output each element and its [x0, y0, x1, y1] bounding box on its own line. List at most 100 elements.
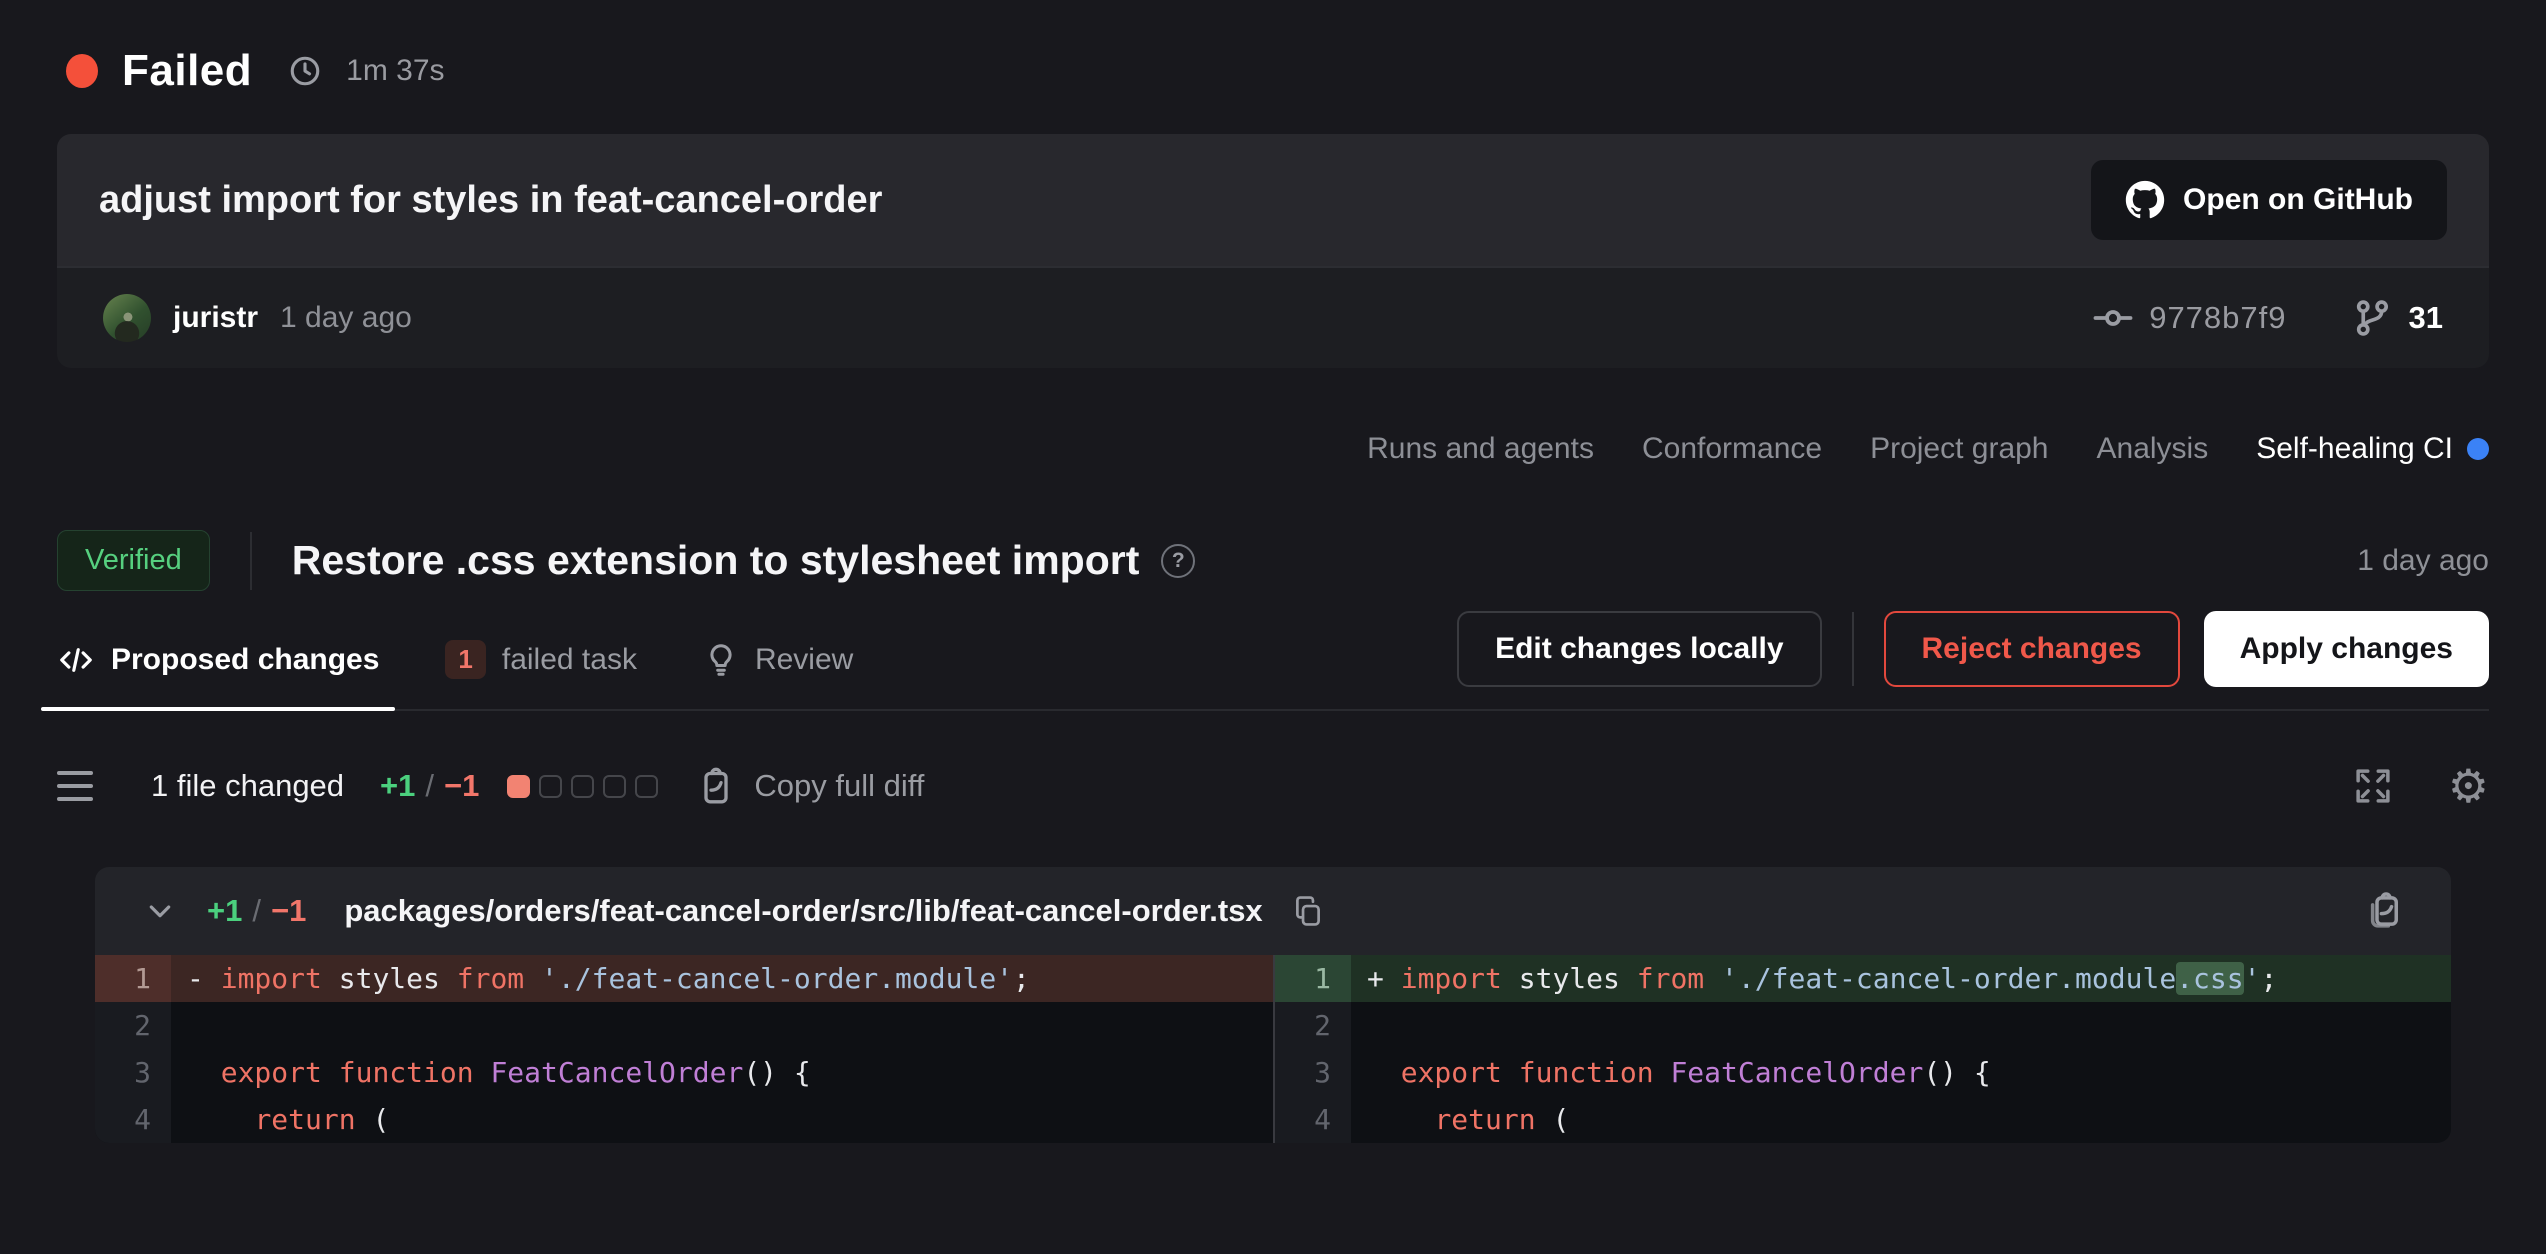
diff-panel: +1 / −1 packages/orders/feat-cancel-orde…: [95, 867, 2451, 1143]
chevron-down-icon[interactable]: [141, 892, 179, 930]
diff-square-empty: [539, 775, 562, 798]
commit-card: adjust import for styles in feat-cancel-…: [57, 134, 2489, 368]
diff-pane-old: 1- import styles from './feat-cancel-ord…: [95, 955, 1273, 1143]
commit-hash-group[interactable]: 9778b7f9: [2093, 298, 2286, 338]
diff-line-normal: 2: [95, 1002, 1273, 1049]
github-icon: [2125, 180, 2165, 220]
commit-time: 1 day ago: [280, 301, 412, 335]
diff-square-empty: [571, 775, 594, 798]
diff-square-empty: [603, 775, 626, 798]
diff-pane-new: 1+ import styles from './feat-cancel-ord…: [1273, 955, 2451, 1143]
diff-body: 1- import styles from './feat-cancel-ord…: [95, 955, 2451, 1143]
fix-title: Restore .css extension to stylesheet imp…: [292, 537, 1140, 584]
tab-label: Proposed changes: [111, 643, 379, 677]
separator: /: [252, 893, 261, 929]
pr-group[interactable]: 31: [2351, 297, 2443, 339]
file-list-menu-icon[interactable]: [57, 771, 93, 801]
nav-item-runs-and-agents[interactable]: Runs and agents: [1367, 432, 1594, 466]
code-text: + import styles from './feat-cancel-orde…: [1351, 955, 2451, 1002]
line-number: 2: [1275, 1002, 1351, 1049]
additions-count: +1: [380, 768, 415, 804]
tab-label: failed task: [502, 643, 637, 677]
apply-changes-button[interactable]: Apply changes: [2204, 611, 2489, 687]
line-number: 1: [1275, 955, 1351, 1002]
top-nav: Runs and agents Conformance Project graph A…: [57, 432, 2489, 466]
run-duration: 1m 37s: [346, 54, 444, 88]
line-number: 4: [1275, 1096, 1351, 1143]
commit-card-meta: juristr 1 day ago 9778b7f9 31: [57, 266, 2489, 368]
files-toolbar: 1 file changed +1 / −1 Copy full diff ⚙: [57, 763, 2489, 809]
fix-time: 1 day ago: [2357, 544, 2489, 578]
line-number: 3: [95, 1049, 171, 1096]
copy-file-diff-icon[interactable]: [2363, 890, 2405, 932]
pr-number: 31: [2409, 300, 2443, 336]
line-number: 2: [95, 1002, 171, 1049]
commit-card-top: adjust import for styles in feat-cancel-…: [57, 134, 2489, 266]
open-on-github-button[interactable]: Open on GitHub: [2091, 160, 2447, 240]
failed-status-dot: [66, 54, 98, 88]
tab-proposed-changes[interactable]: Proposed changes: [57, 614, 379, 709]
help-icon[interactable]: ?: [1161, 544, 1195, 578]
diff-line-added: 1+ import styles from './feat-cancel-ord…: [1275, 955, 2451, 1002]
tabs: Proposed changes 1 failed task Review: [57, 614, 853, 709]
code-text: return (: [1351, 1096, 2451, 1143]
failed-task-count-badge: 1: [445, 640, 485, 679]
reject-changes-button[interactable]: Reject changes: [1884, 611, 2180, 687]
avatar[interactable]: [103, 294, 151, 342]
file-path: packages/orders/feat-cancel-order/src/li…: [344, 893, 1262, 929]
lightbulb-icon: [703, 642, 739, 678]
diff-line-normal: 3 export function FeatCancelOrder() {: [1275, 1049, 2451, 1096]
nav-item-conformance[interactable]: Conformance: [1642, 432, 1822, 466]
diff-line-normal: 4 return (: [95, 1096, 1273, 1143]
open-on-github-label: Open on GitHub: [2183, 183, 2413, 217]
copy-full-diff-button[interactable]: Copy full diff: [696, 766, 924, 806]
clipboard-icon: [696, 766, 736, 806]
files-changed-label: 1 file changed: [151, 768, 344, 804]
line-number: 3: [1275, 1049, 1351, 1096]
diff-line-normal: 3 export function FeatCancelOrder() {: [95, 1049, 1273, 1096]
fix-actions: Edit changes locally Reject changes Appl…: [1457, 611, 2489, 709]
code-text: [171, 1002, 1273, 1049]
diff-line-normal: 4 return (: [1275, 1096, 2451, 1143]
code-text: export function FeatCancelOrder() {: [1351, 1049, 2451, 1096]
tab-failed-task[interactable]: 1 failed task: [445, 614, 637, 709]
code-text: return (: [171, 1096, 1273, 1143]
status-label: Failed: [122, 46, 252, 96]
vertical-divider: [1852, 612, 1854, 686]
fix-header: Verified Restore .css extension to style…: [57, 530, 2489, 591]
verified-badge: Verified: [57, 530, 210, 591]
tab-review[interactable]: Review: [703, 614, 853, 709]
deletions-count: −1: [444, 768, 479, 804]
line-number: 4: [95, 1096, 171, 1143]
code-text: [1351, 1002, 2451, 1049]
diff-stat-squares: [507, 775, 658, 798]
code-text: export function FeatCancelOrder() {: [171, 1049, 1273, 1096]
commit-hash: 9778b7f9: [2149, 300, 2286, 336]
commit-icon: [2093, 298, 2133, 338]
diff-line-removed: 1- import styles from './feat-cancel-ord…: [95, 955, 1273, 1002]
diff-counts: +1 / −1: [207, 893, 306, 929]
diff-square-filled: [507, 775, 530, 798]
author-name[interactable]: juristr: [173, 301, 258, 335]
code-icon: [57, 641, 95, 679]
commit-title: adjust import for styles in feat-cancel-…: [99, 179, 882, 222]
line-number: 1: [95, 955, 171, 1002]
edit-changes-locally-button[interactable]: Edit changes locally: [1457, 611, 1821, 687]
copy-path-icon[interactable]: [1291, 894, 1325, 928]
file-additions: +1: [207, 893, 242, 929]
diff-file-header: +1 / −1 packages/orders/feat-cancel-orde…: [95, 867, 2451, 955]
nav-item-analysis[interactable]: Analysis: [2097, 432, 2209, 466]
nav-item-project-graph[interactable]: Project graph: [1870, 432, 2048, 466]
notification-dot: [2467, 438, 2489, 460]
tab-label: Review: [755, 643, 853, 677]
expand-icon[interactable]: [2352, 765, 2394, 807]
nav-item-self-healing-ci[interactable]: Self-healing CI: [2256, 432, 2489, 466]
gear-icon[interactable]: ⚙: [2448, 763, 2489, 809]
branch-icon: [2351, 297, 2393, 339]
file-deletions: −1: [271, 893, 306, 929]
clock-icon: [288, 54, 322, 88]
copy-full-diff-label: Copy full diff: [754, 768, 924, 804]
tabs-row: Proposed changes 1 failed task Review Ed…: [57, 611, 2489, 711]
run-status-header: Failed 1m 37s: [0, 0, 2546, 96]
diff-square-empty: [635, 775, 658, 798]
